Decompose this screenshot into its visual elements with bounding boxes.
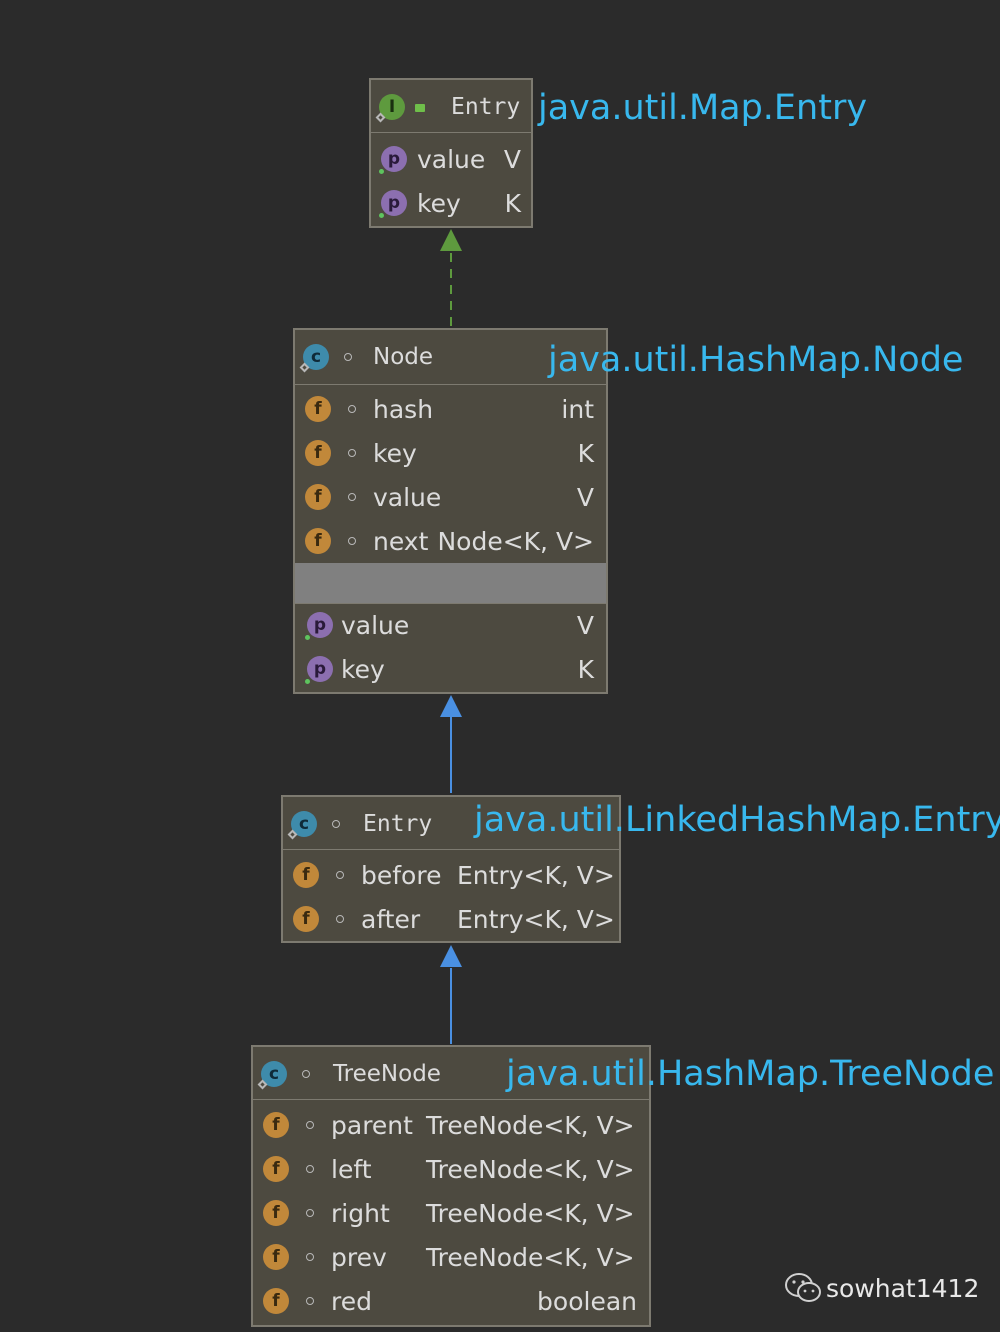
green-dot [379, 169, 384, 174]
field-row: f red boolean [253, 1281, 649, 1325]
field-type: TreeNode<K, V> [426, 1155, 635, 1184]
green-dot [305, 635, 310, 640]
methods-section-empty [295, 563, 606, 603]
class-name: TreeNode [333, 1061, 441, 1087]
field-icon: f [263, 1156, 289, 1182]
package-visibility-icon [336, 871, 344, 879]
field-type: TreeNode<K, V> [426, 1111, 635, 1140]
field-row: f before Entry<K, V> [283, 855, 619, 899]
package-visibility-icon [348, 537, 356, 545]
property-icon: p [307, 656, 333, 682]
package-visibility-icon [348, 449, 356, 457]
lock-icon [415, 104, 425, 112]
field-type: Entry<K, V> [457, 861, 615, 890]
field-name: key [373, 439, 417, 468]
field-row: f left TreeNode<K, V> [253, 1149, 649, 1193]
field-name: next [373, 527, 429, 556]
field-type: K [577, 439, 594, 468]
extends-arrowhead-node [440, 695, 462, 717]
class-name: Entry [451, 94, 521, 120]
package-visibility-icon [348, 405, 356, 413]
field-type: boolean [537, 1287, 637, 1316]
field-row: f next Node<K, V> [295, 521, 606, 565]
field-icon: f [293, 906, 319, 932]
extends-arrowhead-entry [440, 945, 462, 967]
property-name: key [417, 189, 461, 218]
field-name: before [361, 861, 442, 890]
field-icon: f [263, 1244, 289, 1270]
property-type: V [576, 611, 594, 640]
wechat-icon [785, 1273, 821, 1302]
field-icon: f [263, 1112, 289, 1138]
field-name: after [361, 905, 421, 934]
field-icon: f [263, 1288, 289, 1314]
field-row: f key K [295, 433, 606, 477]
field-row: f after Entry<K, V> [283, 899, 619, 943]
field-type: int [561, 395, 594, 424]
property-name: key [341, 655, 385, 684]
property-row: p key K [371, 183, 531, 227]
package-visibility-icon [306, 1165, 314, 1173]
package-visibility-icon [344, 353, 352, 361]
field-row: f parent TreeNode<K, V> [253, 1105, 649, 1149]
property-icon: p [381, 190, 407, 216]
property-type: V [503, 145, 521, 174]
field-name: parent [331, 1111, 413, 1140]
field-row: f value V [295, 477, 606, 521]
property-row: p key K [295, 649, 606, 693]
field-icon: f [305, 396, 331, 422]
package-visibility-icon [332, 820, 340, 828]
field-type: Entry<K, V> [457, 905, 615, 934]
property-icon: p [381, 146, 407, 172]
package-label: java.util.LinkedHashMap.Entry [474, 800, 1000, 840]
package-visibility-icon [336, 915, 344, 923]
field-name: value [373, 483, 442, 512]
field-type: TreeNode<K, V> [426, 1199, 635, 1228]
watermark-text: sowhat1412 [826, 1274, 980, 1303]
property-type: K [577, 655, 594, 684]
field-icon: f [305, 440, 331, 466]
package-label: java.util.HashMap.Node [548, 340, 964, 380]
package-label: java.util.Map.Entry [538, 88, 868, 128]
field-name: prev [331, 1243, 387, 1272]
section-divider [295, 603, 606, 604]
green-dot [305, 679, 310, 684]
property-row: p value V [295, 605, 606, 649]
package-visibility-icon [302, 1070, 310, 1078]
package-visibility-icon [306, 1121, 314, 1129]
green-dot [379, 213, 384, 218]
property-icon: p [307, 612, 333, 638]
package-visibility-icon [348, 493, 356, 501]
field-row: f prev TreeNode<K, V> [253, 1237, 649, 1281]
property-row: p value V [371, 139, 531, 183]
class-name: Node [373, 344, 434, 370]
field-name: left [331, 1155, 372, 1184]
package-visibility-icon [306, 1209, 314, 1217]
map-entry-header: I Entry [371, 80, 531, 133]
field-type: V [576, 483, 594, 512]
field-type: Node<K, V> [437, 527, 594, 556]
field-name: red [331, 1287, 372, 1316]
field-row: f right TreeNode<K, V> [253, 1193, 649, 1237]
package-label: java.util.HashMap.TreeNode [506, 1054, 995, 1094]
field-icon: f [293, 862, 319, 888]
field-type: TreeNode<K, V> [426, 1243, 635, 1272]
property-name: value [417, 145, 486, 174]
field-name: right [331, 1199, 390, 1228]
implements-arrowhead [440, 229, 462, 251]
hashmap-node-box[interactable]: c Node f hash int f key K f value V f ne… [293, 328, 608, 694]
package-visibility-icon [306, 1297, 314, 1305]
class-name: Entry [363, 811, 433, 837]
property-name: value [341, 611, 410, 640]
map-entry-box[interactable]: I Entry p value V p key K [369, 78, 533, 228]
field-icon: f [305, 484, 331, 510]
field-row: f hash int [295, 389, 606, 433]
field-name: hash [373, 395, 434, 424]
property-type: K [504, 189, 521, 218]
field-icon: f [263, 1200, 289, 1226]
field-icon: f [305, 528, 331, 554]
package-visibility-icon [306, 1253, 314, 1261]
